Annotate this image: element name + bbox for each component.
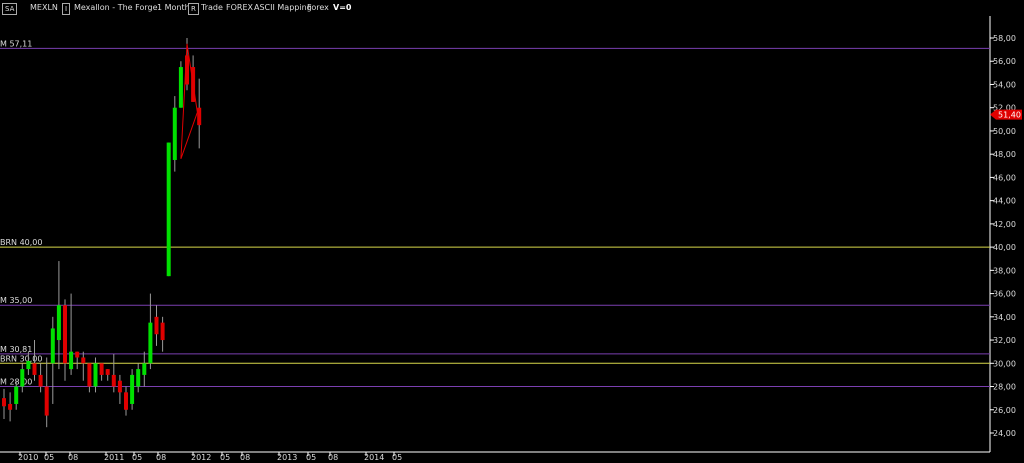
y-tick-label: 32,00: [993, 336, 1016, 345]
candle-down: [44, 386, 49, 416]
candle-down: [2, 398, 6, 407]
x-tick-label: 05: [132, 453, 142, 462]
candle-up: [14, 386, 19, 404]
y-tick-label: 54,00: [993, 80, 1016, 89]
y-tick-label: 44,00: [993, 197, 1016, 206]
candle-down: [124, 392, 128, 410]
candle-down: [154, 316, 159, 335]
x-tick-label: 2014: [364, 453, 384, 462]
candle-up: [69, 351, 74, 370]
candle-up: [136, 369, 141, 387]
candle-down: [197, 107, 202, 126]
x-tick-label: 05: [220, 453, 230, 462]
x-tick-label: 2010: [18, 453, 38, 462]
y-tick-label: 38,00: [993, 266, 1016, 275]
candle-down: [63, 305, 67, 364]
candle-up: [56, 305, 61, 341]
y-tick-label: 48,00: [993, 150, 1016, 159]
y-tick-label: 30,00: [993, 359, 1016, 368]
current-price-label: 51,40: [998, 111, 1021, 120]
level-label: M 35,00: [0, 296, 32, 305]
candle-up: [142, 363, 147, 375]
candle-up: [50, 328, 55, 364]
candle-down: [160, 322, 165, 341]
candle-up: [178, 67, 183, 108]
x-tick-label: 08: [68, 453, 78, 462]
candle-up: [172, 107, 177, 160]
candle-down: [75, 351, 80, 358]
x-tick-label: 05: [306, 453, 316, 462]
candle-up: [166, 142, 171, 277]
x-tick-label: 2011: [104, 453, 124, 462]
x-tick-label: 08: [240, 453, 250, 462]
y-tick-label: 24,00: [993, 429, 1016, 438]
y-tick-label: 28,00: [993, 383, 1016, 392]
y-tick-label: 36,00: [993, 290, 1016, 299]
candle-down: [81, 357, 86, 364]
candle-up: [148, 322, 153, 364]
level-label: M 57,11: [0, 39, 32, 48]
candle-down: [32, 363, 37, 375]
candle-down: [38, 374, 43, 387]
y-tick-label: 40,00: [993, 243, 1016, 252]
candle-down: [111, 374, 116, 387]
candle-up: [20, 369, 25, 387]
candle-down: [87, 363, 92, 387]
y-tick-label: 58,00: [993, 34, 1016, 43]
candle-up: [26, 360, 31, 370]
candle-down: [117, 380, 122, 393]
candle-down: [99, 363, 104, 375]
y-tick-label: 56,00: [993, 57, 1016, 66]
x-tick-label: 08: [156, 453, 166, 462]
candle-down: [105, 369, 110, 375]
level-label: BRN 40,00: [0, 238, 42, 247]
y-tick-label: 34,00: [993, 313, 1016, 322]
level-label: BRN 30,00: [0, 354, 42, 363]
y-tick-label: 26,00: [993, 406, 1016, 415]
x-tick-label: 05: [392, 453, 402, 462]
y-tick-label: 50,00: [993, 127, 1016, 136]
price-chart[interactable]: 24,00 26,00 28,00 30,00 32,00 34,00 36,00 38,00…: [0, 0, 1024, 463]
x-tick-label: 08: [328, 453, 338, 462]
y-tick-label: 42,00: [993, 220, 1016, 229]
candle-up: [130, 374, 135, 404]
x-tick-label: 2012: [191, 453, 211, 462]
candle-up: [93, 363, 98, 387]
y-tick-label: 46,00: [993, 173, 1016, 182]
x-tick-label: 05: [44, 453, 54, 462]
candle-down: [8, 403, 13, 410]
level-label: M 30,81: [0, 345, 32, 354]
x-tick-label: 2013: [277, 453, 297, 462]
